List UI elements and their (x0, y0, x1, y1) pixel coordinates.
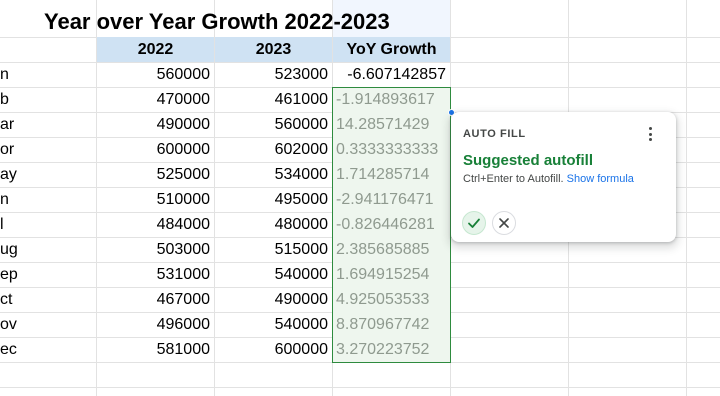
cell-yoy-suggested[interactable]: 4.925053533 (333, 287, 450, 312)
cell-2022[interactable]: 503000 (97, 237, 214, 262)
autofill-header: AUTO FILL (463, 128, 526, 140)
cell-2022[interactable]: 510000 (97, 187, 214, 212)
cell-yoy-suggested[interactable]: -1.914893617 (333, 87, 450, 112)
cell-2023[interactable]: 490000 (215, 287, 332, 312)
cell-2022[interactable]: 484000 (97, 212, 214, 237)
header-2023[interactable]: 2023 (215, 37, 332, 62)
cell-2023[interactable]: 480000 (215, 212, 332, 237)
cell-yoy-suggested[interactable]: 14.28571429 (333, 112, 450, 137)
cell-2023[interactable]: 602000 (215, 137, 332, 162)
cell-2022[interactable]: 581000 (97, 337, 214, 362)
cell-2022[interactable]: 490000 (97, 112, 214, 137)
show-formula-link[interactable]: Show formula (567, 173, 634, 185)
cell-2023[interactable]: 523000 (215, 62, 332, 87)
sheet-title[interactable]: Year over Year Growth 2022-2023 (44, 8, 390, 36)
autofill-hint: Ctrl+Enter to Autofill. Show formula (463, 173, 634, 185)
dismiss-autofill-button[interactable] (492, 211, 516, 235)
cell-yoy-suggested[interactable]: 0.3333333333 (333, 137, 450, 162)
cell-2022[interactable]: 560000 (97, 62, 214, 87)
cell-yoy-suggested[interactable]: 3.270223752 (333, 337, 450, 362)
cell-2022[interactable]: 600000 (97, 137, 214, 162)
cell-month[interactable]: or (0, 137, 96, 162)
cell-month[interactable]: n (0, 187, 96, 212)
cell-yoy-suggested[interactable]: 1.694915254 (333, 262, 450, 287)
cell-2023[interactable]: 461000 (215, 87, 332, 112)
header-yoy-growth[interactable]: YoY Growth (333, 37, 450, 62)
cell-2023[interactable]: 540000 (215, 312, 332, 337)
gridline (0, 387, 720, 388)
check-icon (468, 218, 480, 228)
autofill-shortcut-text: Ctrl+Enter to Autofill. (463, 173, 564, 185)
header-2022[interactable]: 2022 (97, 37, 214, 62)
cell-month[interactable]: ct (0, 287, 96, 312)
cell-yoy-suggested[interactable]: 8.870967742 (333, 312, 450, 337)
cell-month[interactable]: ay (0, 162, 96, 187)
cell-yoy-suggested[interactable]: 2.385685885 (333, 237, 450, 262)
cell-yoy[interactable]: -6.607142857 (333, 62, 450, 87)
cell-month[interactable]: ec (0, 337, 96, 362)
cell-month[interactable]: l (0, 212, 96, 237)
cell-month[interactable]: ar (0, 112, 96, 137)
cell-yoy-suggested[interactable]: 1.714285714 (333, 162, 450, 187)
cell-2023[interactable]: 560000 (215, 112, 332, 137)
cell-month[interactable]: ep (0, 262, 96, 287)
cell-2023[interactable]: 600000 (215, 337, 332, 362)
close-icon (499, 218, 509, 228)
cell-2023[interactable]: 495000 (215, 187, 332, 212)
cell-2022[interactable]: 467000 (97, 287, 214, 312)
cell-yoy-suggested[interactable]: -2.941176471 (333, 187, 450, 212)
cell-2023[interactable]: 540000 (215, 262, 332, 287)
cell-month[interactable]: ug (0, 237, 96, 262)
cell-2023[interactable]: 534000 (215, 162, 332, 187)
autofill-popup: AUTO FILL Suggested autofill Ctrl+Enter … (451, 112, 676, 242)
autofill-title: Suggested autofill (463, 152, 594, 169)
cell-2022[interactable]: 525000 (97, 162, 214, 187)
cell-2022[interactable]: 531000 (97, 262, 214, 287)
cell-yoy-suggested[interactable]: -0.826446281 (333, 212, 450, 237)
cell-month[interactable]: ov (0, 312, 96, 337)
more-vert-icon[interactable] (642, 126, 658, 142)
accept-autofill-button[interactable] (462, 211, 486, 235)
cell-2022[interactable]: 496000 (97, 312, 214, 337)
cell-2023[interactable]: 515000 (215, 237, 332, 262)
cell-2022[interactable]: 470000 (97, 87, 214, 112)
cell-month[interactable]: b (0, 87, 96, 112)
cell-month[interactable]: n (0, 62, 96, 87)
